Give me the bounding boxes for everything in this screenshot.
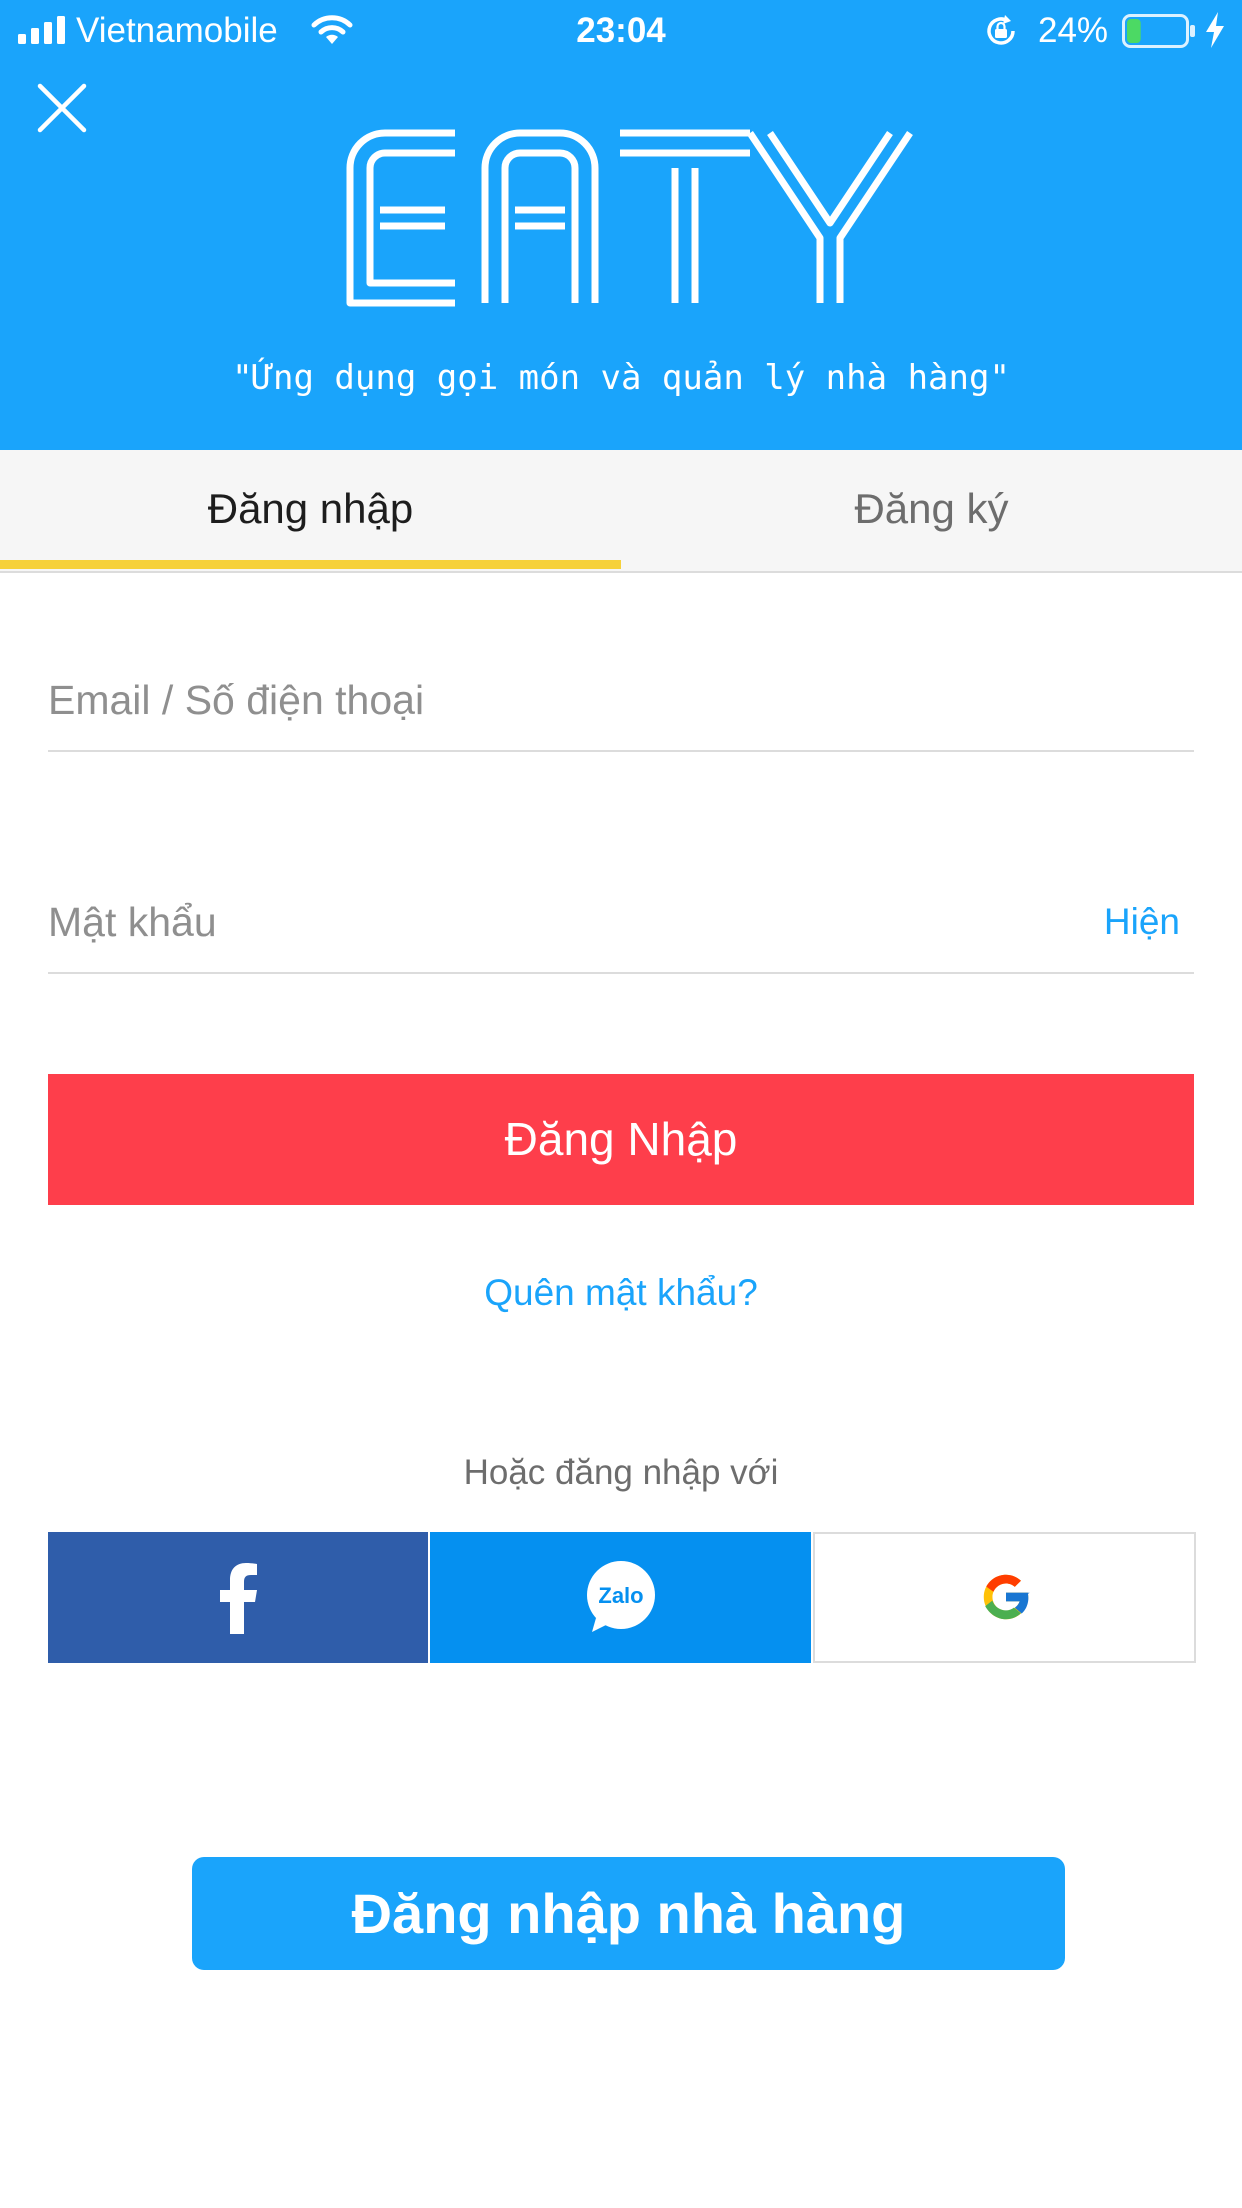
zalo-icon-text: Zalo <box>598 1583 643 1608</box>
zalo-icon: Zalo <box>587 1561 655 1632</box>
social-login-divider: Hoặc đăng nhập với <box>463 1453 779 1492</box>
email-field <box>48 650 1194 752</box>
battery-icon <box>1122 14 1195 48</box>
forgot-password-link[interactable]: Quên mật khẩu? <box>0 1272 1242 1314</box>
eaty-logo <box>346 129 913 307</box>
facebook-icon <box>220 1563 257 1634</box>
app-tagline: "Ứng dụng gọi món và quản lý nhà hàng" <box>232 358 1010 398</box>
tab-login[interactable]: Đăng nhập <box>0 450 621 571</box>
facebook-login-button[interactable] <box>48 1532 428 1663</box>
active-tab-indicator <box>0 560 621 569</box>
show-password-button[interactable]: Hiện <box>1104 872 1180 972</box>
restaurant-login-button[interactable]: Đăng nhập nhà hàng <box>192 1857 1065 1970</box>
password-field: Hiện <box>48 872 1194 974</box>
auth-tabs: Đăng nhập Đăng ký <box>0 450 1242 573</box>
close-icon[interactable] <box>36 82 88 134</box>
email-input[interactable] <box>48 650 1194 750</box>
zalo-login-button[interactable]: Zalo <box>430 1532 811 1663</box>
rotation-lock-icon <box>987 15 1015 45</box>
tab-register[interactable]: Đăng ký <box>621 450 1242 571</box>
app-header: Vietnamobile 23:04 24% "Ứng dụng gọi món… <box>0 0 1242 450</box>
battery-percent: 24% <box>1038 11 1109 50</box>
login-button[interactable]: Đăng Nhập <box>48 1074 1194 1205</box>
charging-bolt-icon <box>1206 12 1224 48</box>
google-login-button[interactable] <box>813 1532 1196 1663</box>
google-icon <box>983 1574 1030 1620</box>
password-input[interactable] <box>48 872 1194 972</box>
status-bar: Vietnamobile 23:04 24% <box>0 0 1242 62</box>
